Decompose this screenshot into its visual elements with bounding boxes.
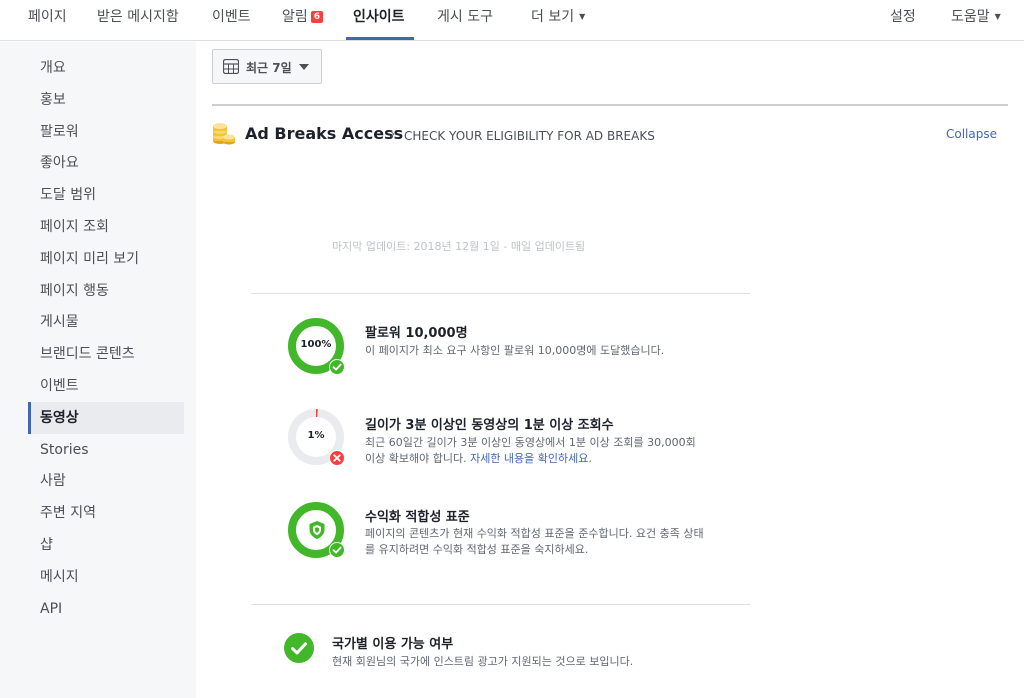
- date-range-dropdown[interactable]: 최근 7일: [212, 49, 322, 84]
- progress-percent: 1%: [307, 430, 325, 441]
- progress-percent: 100%: [300, 339, 332, 350]
- shield-icon: [309, 521, 325, 539]
- sidebar-item[interactable]: 이벤트: [28, 370, 184, 402]
- sidebar-item[interactable]: 도달 범위: [28, 179, 184, 211]
- sidebar-item[interactable]: 동영상: [28, 402, 184, 434]
- nav-help[interactable]: 도움말 ▼: [951, 0, 1001, 41]
- check-circle-icon: [329, 359, 345, 375]
- country-availability-description: 현재 회원님의 국가에 인스트림 광고가 지원되는 것으로 보입니다.: [332, 655, 634, 668]
- sidebar-item[interactable]: 메시지: [28, 561, 184, 593]
- learn-more-link[interactable]: 자세한 내용을 확인하세요.: [470, 452, 592, 465]
- nav-tab-more-label: 더 보기: [531, 9, 575, 25]
- date-range-label: 최근 7일: [246, 61, 292, 75]
- criterion-description: 이 페이지가 최소 요구 사항인 팔로워 10,000명에 도달했습니다.: [365, 344, 665, 357]
- sidebar-item[interactable]: 주변 지역: [28, 497, 184, 529]
- collapse-link[interactable]: Collapse: [946, 127, 997, 141]
- criterion-title: 팔로워 10,000명: [365, 326, 468, 341]
- sidebar-item[interactable]: API: [28, 593, 184, 625]
- sidebar-item[interactable]: 페이지 행동: [28, 275, 184, 307]
- sidebar-item[interactable]: 좋아요: [28, 147, 184, 179]
- check-circle-icon: [329, 542, 345, 558]
- sidebar-item[interactable]: 게시물: [28, 306, 184, 338]
- nav-tab-publishing-tools[interactable]: 게시 도구: [437, 0, 493, 41]
- sidebar-item[interactable]: 브랜디드 콘텐츠: [28, 338, 184, 370]
- caret-down-icon: [299, 64, 309, 70]
- last-update-text: 마지막 업데이트: 2018년 12월 1일 - 매일 업데이트됨: [332, 240, 586, 253]
- sidebar-item[interactable]: 팔로워: [28, 116, 184, 148]
- check-circle-icon: [284, 633, 314, 663]
- nav-tab-page[interactable]: 페이지: [28, 0, 67, 41]
- sidebar-item[interactable]: 사람: [28, 465, 184, 497]
- active-tab-indicator: [346, 37, 414, 40]
- nav-help-label: 도움말: [951, 9, 990, 25]
- country-availability-title: 국가별 이용 가능 여부: [332, 637, 454, 652]
- caret-down-icon: ▼: [579, 12, 586, 21]
- nav-tab-inbox[interactable]: 받은 메시지함: [97, 0, 179, 41]
- sidebar-item[interactable]: 샵: [28, 529, 184, 561]
- caret-down-icon: ▼: [994, 12, 1001, 21]
- section-subtitle: CHECK YOUR ELIGIBILITY FOR AD BREAKS: [404, 129, 655, 143]
- nav-settings[interactable]: 설정: [890, 0, 916, 41]
- error-x-icon: [329, 450, 345, 466]
- country-divider: [251, 604, 750, 605]
- notification-count-badge: 6: [310, 11, 324, 23]
- nav-tab-insights[interactable]: 인사이트: [353, 0, 405, 41]
- criterion-description: 페이지의 콘텐츠가 현재 수익화 적합성 표준을 준수합니다. 요건 충족 상태…: [365, 527, 704, 556]
- sidebar-item[interactable]: 페이지 조회: [28, 211, 184, 243]
- sidebar-item[interactable]: 홍보: [28, 84, 184, 116]
- criterion-title: 수익화 적합성 표준: [365, 510, 470, 525]
- coins-icon: [213, 123, 235, 145]
- criterion-description: 최근 60일간 길이가 3분 이상인 동영상에서 1분 이상 조회를 30,00…: [365, 435, 700, 467]
- nav-tab-more[interactable]: 더 보기 ▼: [531, 0, 585, 41]
- nav-tab-notifications[interactable]: 알림 6: [282, 0, 324, 41]
- sidebar-item[interactable]: 페이지 미리 보기: [28, 243, 184, 275]
- sidebar-item[interactable]: Stories: [28, 434, 184, 466]
- section-divider: [212, 104, 1008, 106]
- criterion-title: 길이가 3분 이상인 동영상의 1분 이상 조회수: [365, 418, 614, 433]
- nav-tab-notifications-label: 알림: [282, 9, 308, 25]
- sidebar-item[interactable]: 개요: [28, 52, 184, 84]
- top-nav: 페이지 받은 메시지함 이벤트 알림 6 인사이트 게시 도구 더 보기 ▼ 설정 …: [0, 0, 1024, 41]
- calendar-icon: [223, 59, 239, 74]
- section-title: Ad Breaks Access: [245, 124, 404, 143]
- nav-tab-events[interactable]: 이벤트: [212, 0, 251, 41]
- chevron-right-icon: ›: [390, 127, 396, 142]
- criteria-divider: [251, 293, 750, 294]
